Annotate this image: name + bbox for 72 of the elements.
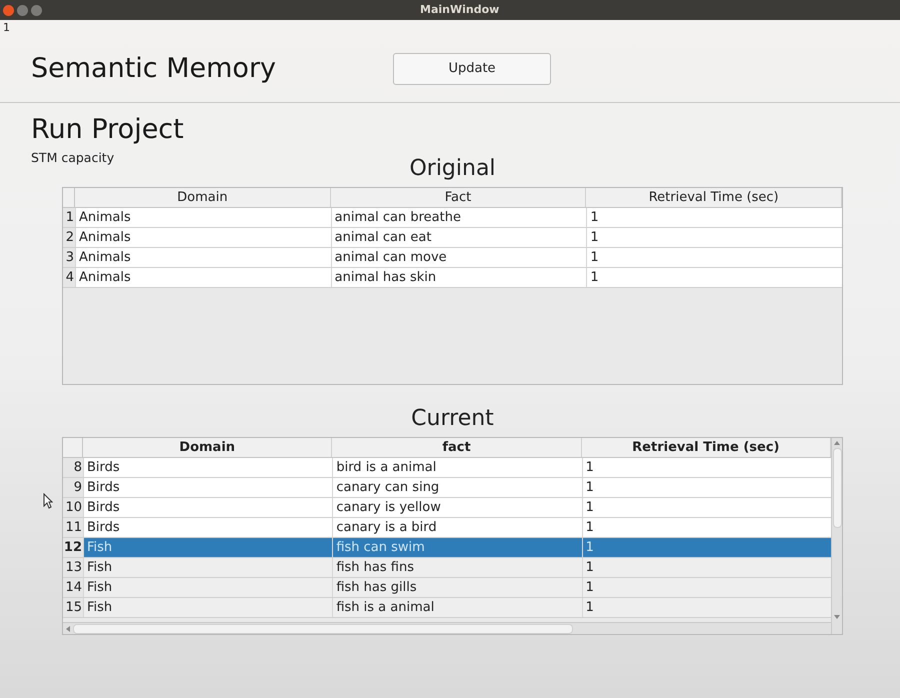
table-cell: Birds bbox=[83, 498, 332, 517]
row-number: 14 bbox=[63, 578, 83, 597]
table-row[interactable]: 11 Birds canary is a bird 1 bbox=[63, 518, 831, 538]
menu-item[interactable]: 1 bbox=[3, 21, 10, 35]
table-row[interactable]: 9 Birds canary can sing 1 bbox=[63, 478, 831, 498]
row-number: 3 bbox=[63, 248, 75, 267]
table-cell: fish can swim bbox=[332, 538, 582, 557]
table-cell: 1 bbox=[586, 248, 842, 267]
scroll-up-icon[interactable] bbox=[834, 441, 840, 445]
scroll-down-icon[interactable] bbox=[834, 615, 840, 619]
table-cell: fish has gills bbox=[332, 578, 582, 597]
window-title: MainWindow bbox=[420, 2, 500, 18]
table-cell: Animals bbox=[75, 268, 331, 287]
table-row[interactable]: 2 Animals animal can eat 1 bbox=[63, 228, 842, 248]
table-cell: Birds bbox=[83, 478, 332, 497]
table-row[interactable]: 10 Birds canary is yellow 1 bbox=[63, 498, 831, 518]
table-title: Current bbox=[411, 405, 494, 433]
field-label: STM capacity bbox=[31, 149, 116, 167]
table-cell: fish has fins bbox=[332, 558, 582, 577]
row-number: 4 bbox=[63, 268, 75, 287]
close-icon[interactable] bbox=[3, 4, 14, 16]
section-title: Run Project bbox=[31, 113, 185, 147]
table-cell: Fish bbox=[83, 558, 332, 577]
row-number: 2 bbox=[63, 228, 75, 247]
row-number: 8 bbox=[63, 458, 83, 477]
row-number: 12 bbox=[63, 538, 83, 557]
column-header[interactable]: Retrieval Time (sec) bbox=[586, 188, 842, 207]
app-title: Semantic Memory bbox=[31, 52, 278, 86]
table-cell: Fish bbox=[83, 538, 332, 557]
table-cell: Animals bbox=[75, 208, 331, 227]
table-row[interactable]: 13 Fish fish has fins 1 bbox=[63, 558, 831, 578]
table-cell: 1 bbox=[586, 228, 842, 247]
table-row[interactable]: 1 Animals animal can breathe 1 bbox=[63, 208, 842, 228]
table-cell: Birds bbox=[83, 518, 332, 537]
table-cell: canary is yellow bbox=[332, 498, 582, 517]
table-cell: Birds bbox=[83, 458, 332, 477]
minimize-icon[interactable] bbox=[17, 4, 28, 16]
column-header[interactable]: Domain bbox=[83, 438, 332, 457]
table-cell: Animals bbox=[75, 228, 331, 247]
table-title: Original bbox=[409, 155, 496, 183]
table-cell: animal can breathe bbox=[330, 208, 586, 227]
row-number: 1 bbox=[63, 208, 75, 227]
column-header[interactable]: Domain bbox=[75, 188, 331, 207]
table-cell: canary is a bird bbox=[332, 518, 582, 537]
table-cell: 1 bbox=[586, 268, 842, 287]
table-row[interactable]: 12 Fish fish can swim 1 bbox=[63, 538, 831, 558]
column-header[interactable]: Fact bbox=[330, 188, 586, 207]
table-row[interactable]: 4 Animals animal has skin 1 bbox=[63, 268, 842, 288]
table-cell: canary can sing bbox=[332, 478, 582, 497]
table-cell: bird is a animal bbox=[332, 458, 582, 477]
row-number: 10 bbox=[63, 498, 83, 517]
table-cell: Fish bbox=[83, 578, 332, 597]
table-row[interactable]: 15 Fish fish is a animal 1 bbox=[63, 598, 831, 618]
row-number: 13 bbox=[63, 558, 83, 577]
table-row[interactable]: 14 Fish fish has gills 1 bbox=[63, 578, 831, 598]
maximize-icon[interactable] bbox=[31, 4, 42, 16]
mouse-cursor-icon bbox=[43, 493, 53, 509]
table-cell: animal can move bbox=[330, 248, 586, 267]
row-number: 11 bbox=[63, 518, 83, 537]
update-button[interactable]: Update bbox=[393, 53, 551, 85]
table-cell: Animals bbox=[75, 248, 331, 267]
row-number: 9 bbox=[63, 478, 83, 497]
scroll-left-icon[interactable] bbox=[66, 626, 70, 632]
table-cell: 1 bbox=[586, 208, 842, 227]
row-number: 15 bbox=[63, 598, 83, 617]
table-cell: fish is a animal bbox=[332, 598, 582, 617]
table-cell: animal has skin bbox=[330, 268, 586, 287]
table-cell: Fish bbox=[83, 598, 332, 617]
table-cell: animal can eat bbox=[330, 228, 586, 247]
column-header[interactable]: fact bbox=[332, 438, 582, 457]
table-row[interactable]: 3 Animals animal can move 1 bbox=[63, 248, 842, 268]
table-row[interactable]: 8 Birds bird is a animal 1 bbox=[63, 458, 831, 478]
